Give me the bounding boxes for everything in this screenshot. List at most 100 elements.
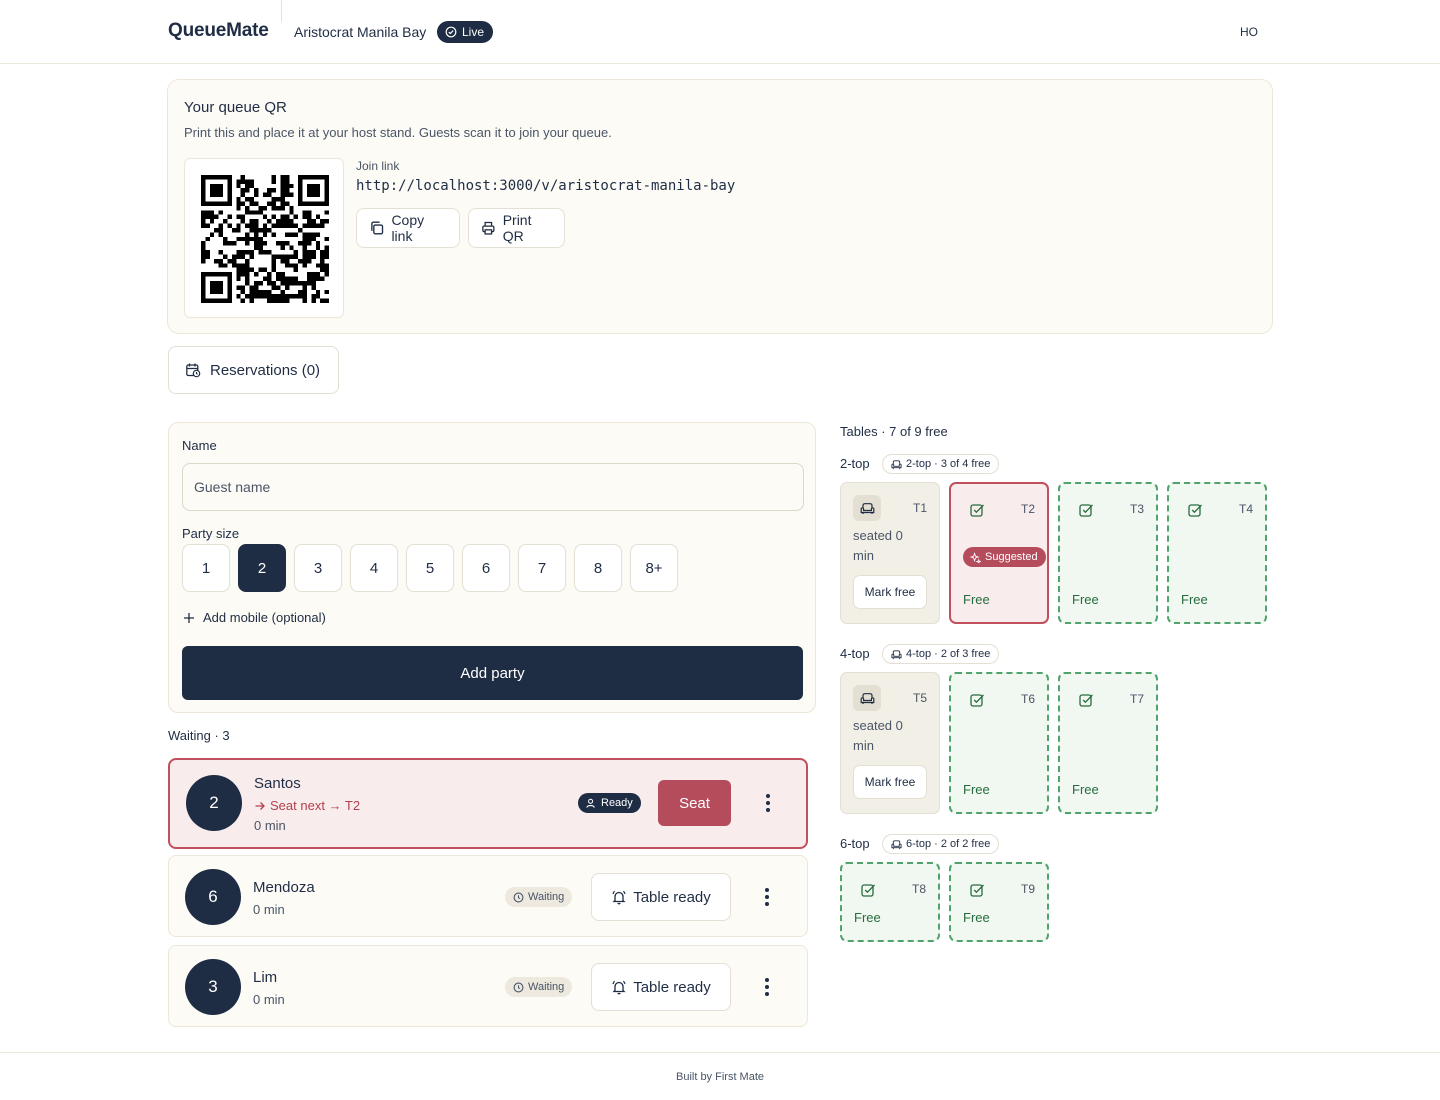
- user-menu[interactable]: HO: [1240, 25, 1258, 39]
- name-label: Name: [182, 438, 217, 453]
- user-check-icon: [586, 798, 595, 808]
- group-chip-6-top: 6-top · 2 of 2 free: [882, 834, 1000, 854]
- party-size-2[interactable]: 2: [238, 544, 286, 592]
- waiting-title: Waiting · 3: [168, 728, 230, 743]
- table-card-t4[interactable]: T4 Free: [1167, 482, 1267, 624]
- group-chip-2-top: 2-top · 3 of 4 free: [882, 454, 1000, 474]
- check-square-icon: [1079, 504, 1093, 517]
- table-number: T3: [1129, 502, 1144, 516]
- party-size-8-plus[interactable]: 8+: [630, 544, 678, 592]
- seat-next-label: Seat next → T2: [270, 798, 361, 813]
- check-square-icon: [1079, 694, 1093, 707]
- table-number: T7: [1129, 692, 1144, 706]
- party-size-1[interactable]: 1: [182, 544, 230, 592]
- more-options-icon[interactable]: [757, 977, 777, 997]
- add-party-form: Name Party size 1 2 3 4 5 6 7 8 8+ Add m…: [168, 422, 816, 713]
- more-options-icon[interactable]: [757, 887, 777, 907]
- table-card-t3[interactable]: T3 Free: [1058, 482, 1158, 624]
- party-row-mendoza[interactable]: 6 Mendoza 0 min Waiting Table ready: [168, 855, 808, 937]
- clock-icon: [513, 982, 524, 992]
- queue-qr-card: Your queue QR Print this and place it at…: [167, 79, 1273, 334]
- party-size-3[interactable]: 3: [294, 544, 342, 592]
- status-badge: Ready: [578, 793, 641, 813]
- check-square-icon: [970, 504, 984, 517]
- venue-name: Aristocrat Manila Bay: [294, 24, 427, 40]
- table-number: T9: [1020, 882, 1035, 896]
- table-ready-button[interactable]: Table ready: [591, 873, 731, 921]
- more-options-icon[interactable]: [758, 793, 778, 813]
- party-size-label: Party size: [182, 526, 240, 541]
- suggested-badge: Suggested: [963, 547, 1046, 567]
- table-card-t9[interactable]: T9 Free: [949, 862, 1049, 942]
- print-qr-label: Print QR: [502, 212, 532, 244]
- party-wait-time: 0 min: [253, 992, 285, 1007]
- bell-ring-icon: [612, 980, 626, 995]
- join-link-label: Join link: [356, 159, 400, 173]
- table-card-t5[interactable]: T5 seated 0 min Mark free: [840, 672, 940, 814]
- table-status: Free: [1181, 592, 1208, 607]
- header-divider: [281, 0, 282, 22]
- print-qr-button[interactable]: Print QR: [468, 208, 565, 248]
- group-chip-label: 2-top · 3 of 4 free: [906, 458, 991, 470]
- table-number: T4: [1238, 502, 1253, 516]
- sofa-icon: [891, 839, 902, 849]
- party-size-7[interactable]: 7: [518, 544, 566, 592]
- party-size-avatar: 2: [186, 775, 242, 831]
- reservations-button[interactable]: Reservations (0): [168, 346, 339, 394]
- table-card-t1[interactable]: T1 seated 0 min Mark free: [840, 482, 940, 624]
- seat-next-hint: Seat next → T2: [254, 798, 360, 813]
- sofa-icon: [891, 459, 902, 469]
- armchair-icon: [853, 685, 881, 711]
- live-badge: Live: [437, 21, 494, 43]
- table-card-t7[interactable]: T7 Free: [1058, 672, 1158, 814]
- table-number: T8: [911, 882, 926, 896]
- status-badge: Waiting: [505, 977, 573, 997]
- copy-link-label: Copy link: [391, 212, 425, 244]
- table-card-t2[interactable]: T2 Suggested Free: [949, 482, 1049, 624]
- add-party-button[interactable]: Add party: [182, 646, 803, 700]
- suggested-label: Suggested: [985, 551, 1038, 563]
- group-label-6-top: 6-top: [840, 836, 870, 851]
- table-status: Free: [963, 910, 990, 925]
- party-size-5[interactable]: 5: [406, 544, 454, 592]
- table-status: Free: [963, 592, 990, 607]
- group-label-4-top: 4-top: [840, 646, 870, 661]
- copy-link-button[interactable]: Copy link: [356, 208, 460, 248]
- app-header: QueueMate Aristocrat Manila Bay Live HO: [0, 0, 1440, 64]
- plus-icon: [184, 612, 194, 623]
- party-size-8[interactable]: 8: [574, 544, 622, 592]
- guest-name-input[interactable]: [182, 463, 804, 511]
- armchair-icon: [853, 495, 881, 521]
- arrow-right-icon: [255, 801, 265, 810]
- copy-icon: [371, 221, 384, 235]
- live-label: Live: [462, 25, 485, 39]
- table-ready-button[interactable]: Table ready: [591, 963, 731, 1011]
- table-number: T5: [912, 691, 927, 705]
- calendar-clock-icon: [186, 363, 201, 378]
- add-mobile-label: Add mobile (optional): [203, 610, 326, 625]
- party-row-santos[interactable]: 2 Santos Seat next → T2 0 min Ready Seat: [168, 758, 808, 849]
- mark-free-button[interactable]: Mark free: [853, 765, 927, 799]
- qr-code: [184, 158, 344, 318]
- brand-logo[interactable]: QueueMate: [168, 20, 269, 42]
- table-number: T1: [912, 501, 927, 515]
- mark-free-button[interactable]: Mark free: [853, 575, 927, 609]
- printer-icon: [482, 221, 495, 235]
- table-card-t8[interactable]: T8 Free: [840, 862, 940, 942]
- party-row-lim[interactable]: 3 Lim 0 min Waiting Table ready: [168, 945, 808, 1027]
- qr-code-image: [201, 175, 329, 303]
- status-badge: Waiting: [505, 887, 573, 907]
- group-chip-label: 4-top · 2 of 3 free: [906, 648, 991, 660]
- clock-icon: [513, 892, 524, 902]
- add-mobile-toggle[interactable]: Add mobile (optional): [183, 610, 326, 625]
- check-circle-icon: [445, 26, 457, 38]
- table-card-t6[interactable]: T6 Free: [949, 672, 1049, 814]
- seat-button[interactable]: Seat: [658, 780, 731, 826]
- party-size-6[interactable]: 6: [462, 544, 510, 592]
- group-label-2-top: 2-top: [840, 456, 870, 471]
- party-size-4[interactable]: 4: [350, 544, 398, 592]
- check-square-icon: [1188, 504, 1202, 517]
- bell-ring-icon: [612, 890, 626, 905]
- table-ready-label: Table ready: [633, 888, 711, 906]
- qr-card-description: Print this and place it at your host sta…: [184, 125, 612, 140]
